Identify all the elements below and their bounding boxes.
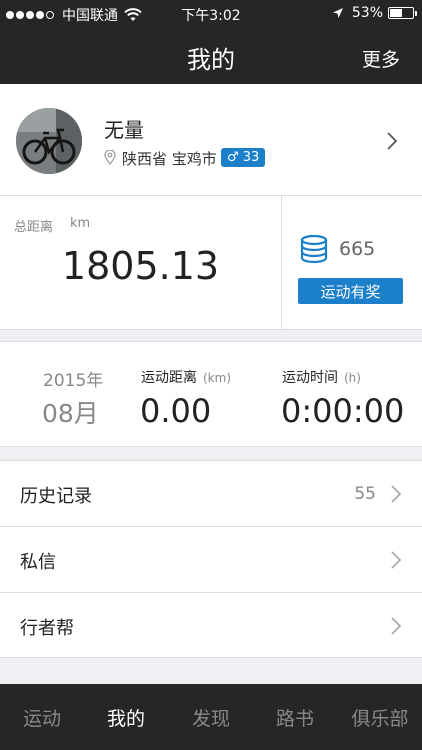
menu-item-xingzhebang[interactable]: 行者帮 bbox=[0, 593, 422, 659]
time-label-text: 运动时间 bbox=[282, 370, 338, 386]
battery-icon bbox=[388, 7, 417, 19]
chevron-right-icon bbox=[391, 551, 402, 569]
location-pin-icon bbox=[104, 150, 116, 165]
tab-discover[interactable]: 发现 bbox=[169, 704, 253, 731]
points-value: 665 bbox=[339, 238, 376, 260]
menu-item-history[interactable]: 历史记录 55 bbox=[0, 461, 422, 527]
nav-bar: 我的 更多 bbox=[0, 28, 422, 84]
battery-percent: 53% bbox=[351, 5, 383, 21]
tab-club[interactable]: 俱乐部 bbox=[338, 704, 422, 731]
user-location: 陕西省 宝鸡市 bbox=[122, 150, 217, 168]
total-distance-unit: km bbox=[70, 216, 91, 231]
more-button[interactable]: 更多 bbox=[362, 45, 400, 72]
tab-route-book[interactable]: 路书 bbox=[253, 704, 337, 731]
page-title: 我的 bbox=[187, 46, 235, 74]
menu-list: 历史记录 55 私信 行者帮 bbox=[0, 460, 422, 658]
tab-bar: 运动 我的 发现 路书 俱乐部 bbox=[0, 684, 422, 750]
stats-divider bbox=[281, 196, 282, 330]
total-distance-label: 总距离 bbox=[14, 220, 54, 235]
status-bar: 中国联通 下午3:02 53% bbox=[0, 0, 422, 28]
year-label: 2015年 bbox=[43, 371, 104, 391]
time-value: 0:00:00 bbox=[281, 392, 405, 430]
location-arrow-icon bbox=[332, 8, 343, 18]
distance-label: 运动距离 (km) bbox=[141, 367, 231, 387]
history-count: 55 bbox=[354, 484, 376, 504]
bicycle-photo bbox=[16, 108, 82, 174]
time-label: 运动时间 (h) bbox=[282, 367, 361, 387]
chevron-right-icon bbox=[391, 617, 402, 635]
status-right: 53% bbox=[332, 5, 417, 21]
gender-age-badge: ♂ 33 bbox=[221, 148, 266, 167]
menu-item-messages[interactable]: 私信 bbox=[0, 527, 422, 593]
profile-card[interactable]: 无量 陕西省 宝鸡市 ♂ 33 bbox=[0, 84, 422, 196]
chevron-right-icon bbox=[387, 132, 398, 150]
tab-mine[interactable]: 我的 bbox=[84, 704, 168, 731]
menu-item-label: 行者帮 bbox=[20, 618, 74, 639]
month-label: 08月 bbox=[42, 399, 99, 428]
reward-button[interactable]: 运动有奖 bbox=[298, 278, 403, 304]
coins-stack-icon bbox=[300, 234, 328, 264]
distance-unit: (km) bbox=[203, 371, 232, 385]
menu-item-label: 私信 bbox=[20, 552, 56, 573]
distance-value: 0.00 bbox=[140, 392, 212, 430]
monthly-summary: 2015年 08月 运动距离 (km) 0.00 运动时间 (h) 0:00:00 bbox=[0, 341, 422, 447]
tab-sport[interactable]: 运动 bbox=[0, 704, 84, 731]
stats-panel: 总距离 km 1805.13 bbox=[0, 196, 422, 330]
avatar[interactable] bbox=[16, 108, 82, 174]
distance-label-text: 运动距离 bbox=[141, 370, 197, 386]
chevron-right-icon bbox=[391, 485, 402, 503]
total-distance-value: 1805.13 bbox=[61, 244, 220, 288]
username: 无量 bbox=[104, 118, 144, 142]
menu-item-label: 历史记录 bbox=[20, 486, 92, 507]
time-unit: (h) bbox=[344, 371, 361, 385]
